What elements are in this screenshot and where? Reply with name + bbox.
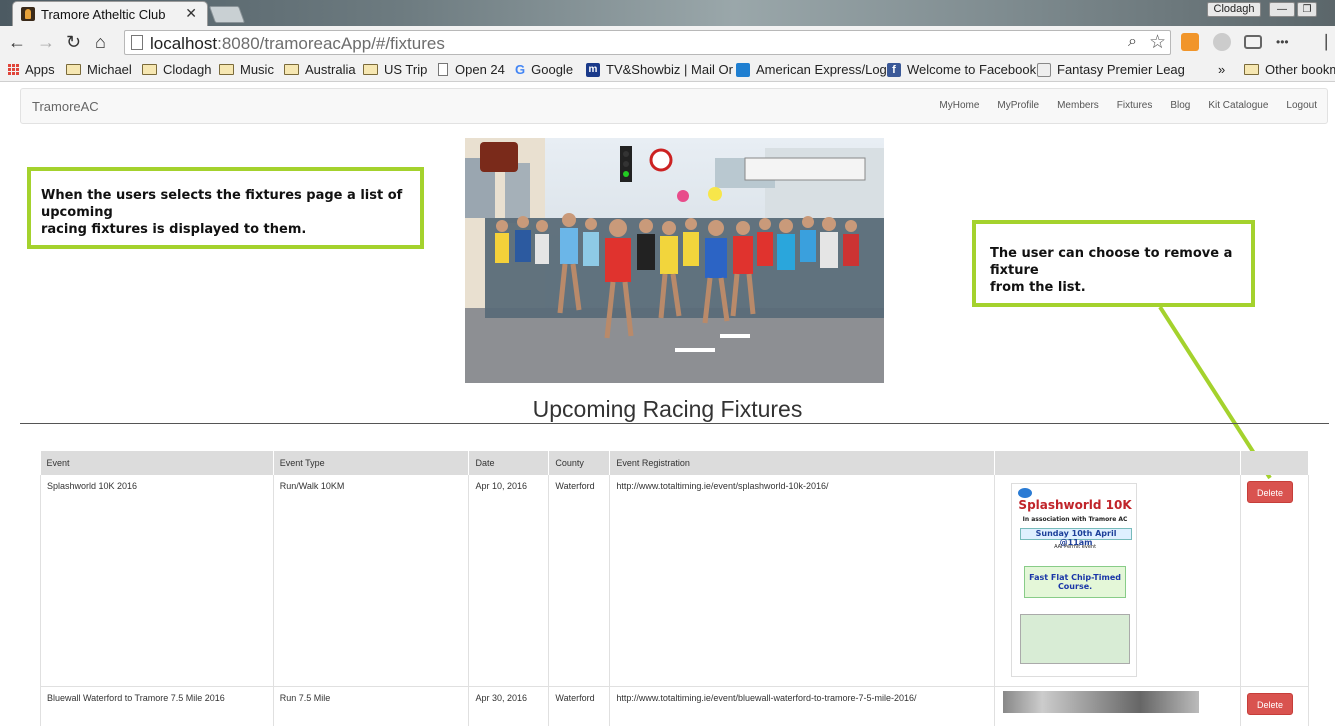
cell-poster: Splashworld 10K In association with Tram… <box>994 475 1241 687</box>
premier-league-icon <box>1037 62 1051 77</box>
cell-county: Waterford <box>548 686 611 726</box>
nav-myprofile[interactable]: MyProfile <box>997 100 1039 111</box>
forward-icon[interactable]: → <box>37 33 55 51</box>
cast-icon[interactable] <box>1244 35 1262 49</box>
fixtures-table: Event Event Type Date County Event Regis… <box>40 451 1309 726</box>
page-title: Upcoming Racing Fixtures <box>532 396 803 422</box>
profile-badge[interactable]: Clodagh <box>1207 2 1261 17</box>
folder-icon <box>363 64 378 75</box>
nav-logout[interactable]: Logout <box>1286 100 1317 111</box>
cell-action: Delete <box>1240 475 1309 687</box>
cell-county: Waterford <box>548 475 611 687</box>
url-path: :8080/tramoreacApp/#/fixtures <box>217 34 445 53</box>
cell-date: Apr 10, 2016 <box>468 475 550 687</box>
cell-event: Bluewall Waterford to Tramore 7.5 Mile 2… <box>40 686 274 726</box>
bookmark-apps[interactable]: Apps <box>8 62 55 77</box>
back-icon[interactable]: ← <box>8 33 26 51</box>
folder-icon <box>142 64 157 75</box>
bookmark-google[interactable]: G Google <box>515 62 573 77</box>
reload-icon[interactable]: ↻ <box>66 33 81 51</box>
fixtures-explanation-callout: When the users selects the fixtures page… <box>27 167 424 249</box>
table-row: Splashworld 10K 2016 Run/Walk 10KM Apr 1… <box>40 475 1309 687</box>
table-header-row: Event Event Type Date County Event Regis… <box>40 451 1309 475</box>
new-tab-button[interactable] <box>208 6 246 23</box>
delete-button[interactable]: Delete <box>1247 481 1293 503</box>
bookmark-star-icon[interactable]: ☆ <box>1149 31 1166 54</box>
folder-icon <box>284 64 299 75</box>
browser-tab[interactable]: Tramore Atheltic Club ✕ <box>12 1 208 26</box>
bluewall-poster-image <box>1003 690 1200 713</box>
delete-explanation-callout: The user can choose to remove a fixture … <box>972 220 1255 307</box>
col-header-registration: Event Registration <box>609 451 996 475</box>
bookmark-music[interactable]: Music <box>219 62 274 77</box>
bookmark-amex[interactable]: American Express/Log <box>736 62 887 77</box>
home-icon[interactable]: ⌂ <box>95 33 106 51</box>
zoom-icon[interactable]: ⌕ <box>1128 33 1137 51</box>
folder-icon <box>66 64 81 75</box>
nav-kit-catalogue[interactable]: Kit Catalogue <box>1208 100 1268 111</box>
browser-toolbar: ← → ↻ ⌂ localhost:8080/tramoreacApp/#/fi… <box>0 26 1335 59</box>
site-brand[interactable]: TramoreAC <box>32 99 99 114</box>
chrome-menu-icon[interactable]: ▕ <box>1316 34 1327 51</box>
cell-registration-link[interactable]: http://www.totaltiming.ie/event/splashwo… <box>609 475 996 687</box>
bookmark-other[interactable]: Other bookm <box>1244 62 1335 77</box>
bookmark-open24[interactable]: Open 24 <box>438 62 505 77</box>
mail-icon: m <box>586 62 600 77</box>
bookmark-tv-showbiz[interactable]: m TV&Showbiz | Mail Or <box>586 62 733 77</box>
splashworld-poster-image: Splashworld 10K In association with Tram… <box>1011 483 1138 677</box>
restore-icon[interactable]: ❐ <box>1297 2 1317 17</box>
folder-icon <box>1244 64 1259 75</box>
bookmark-australia[interactable]: Australia <box>284 62 356 77</box>
cell-date: Apr 30, 2016 <box>468 686 550 726</box>
bookmark-us-trip[interactable]: US Trip <box>363 62 427 77</box>
site-favicon-icon <box>21 7 35 21</box>
marathon-hero-image <box>465 138 884 383</box>
nav-blog[interactable]: Blog <box>1170 100 1190 111</box>
page-icon <box>438 63 448 76</box>
folder-icon <box>219 64 234 75</box>
google-icon: G <box>515 62 526 77</box>
col-header-county: County <box>548 451 611 475</box>
cell-event: Splashworld 10K 2016 <box>40 475 274 687</box>
browser-title-bar: Tramore Atheltic Club ✕ Clodagh — ❐ <box>0 0 1335 26</box>
bookmark-fantasy-premier[interactable]: Fantasy Premier Leag <box>1037 62 1185 77</box>
table-row: Bluewall Waterford to Tramore 7.5 Mile 2… <box>40 686 1309 726</box>
bookmark-facebook[interactable]: f Welcome to Facebook <box>887 62 1036 77</box>
poster-logo-icon <box>1018 488 1033 498</box>
minimize-icon[interactable]: — <box>1269 2 1295 17</box>
col-header-event-type: Event Type <box>273 451 470 475</box>
extension-circle-icon[interactable] <box>1213 33 1231 51</box>
amex-icon <box>736 62 750 77</box>
col-header-poster <box>994 451 1241 475</box>
bookmark-clodagh[interactable]: Clodagh <box>142 62 211 77</box>
nav-links: MyHome MyProfile Members Fixtures Blog K… <box>921 100 1317 111</box>
url-host: localhost <box>150 34 218 53</box>
cell-event-type: Run/Walk 10KM <box>273 475 470 687</box>
col-header-event: Event <box>40 451 274 475</box>
poster-map-icon <box>1020 614 1131 664</box>
col-header-date: Date <box>468 451 550 475</box>
heading-divider <box>20 423 1329 424</box>
tab-title: Tramore Atheltic Club <box>41 7 166 22</box>
extension-more-icon[interactable]: ••• <box>1276 35 1300 53</box>
bookmark-michael[interactable]: Michael <box>66 62 132 77</box>
nav-members[interactable]: Members <box>1057 100 1099 111</box>
cell-registration-link[interactable]: http://www.totaltiming.ie/event/bluewall… <box>609 686 996 726</box>
page-info-icon[interactable] <box>131 35 143 50</box>
delete-button[interactable]: Delete <box>1247 692 1293 715</box>
site-navbar: TramoreAC MyHome MyProfile Members Fixtu… <box>20 88 1328 124</box>
col-header-action <box>1240 451 1309 475</box>
extension-feed-icon[interactable] <box>1181 33 1199 51</box>
bookmarks-bar: Apps Michael Clodagh Music Australia US … <box>0 59 1335 82</box>
cell-action: Delete <box>1240 686 1309 726</box>
nav-myhome[interactable]: MyHome <box>939 100 979 111</box>
cell-poster <box>994 686 1241 726</box>
address-bar[interactable]: localhost:8080/tramoreacApp/#/fixtures ⌕… <box>124 30 1171 55</box>
facebook-icon: f <box>887 62 901 77</box>
cell-event-type: Run 7.5 Mile <box>273 686 470 726</box>
bookmarks-overflow-icon[interactable]: » <box>1218 62 1225 77</box>
tab-close-icon[interactable]: ✕ <box>185 5 197 22</box>
apps-icon <box>8 64 19 75</box>
nav-fixtures[interactable]: Fixtures <box>1117 100 1153 111</box>
